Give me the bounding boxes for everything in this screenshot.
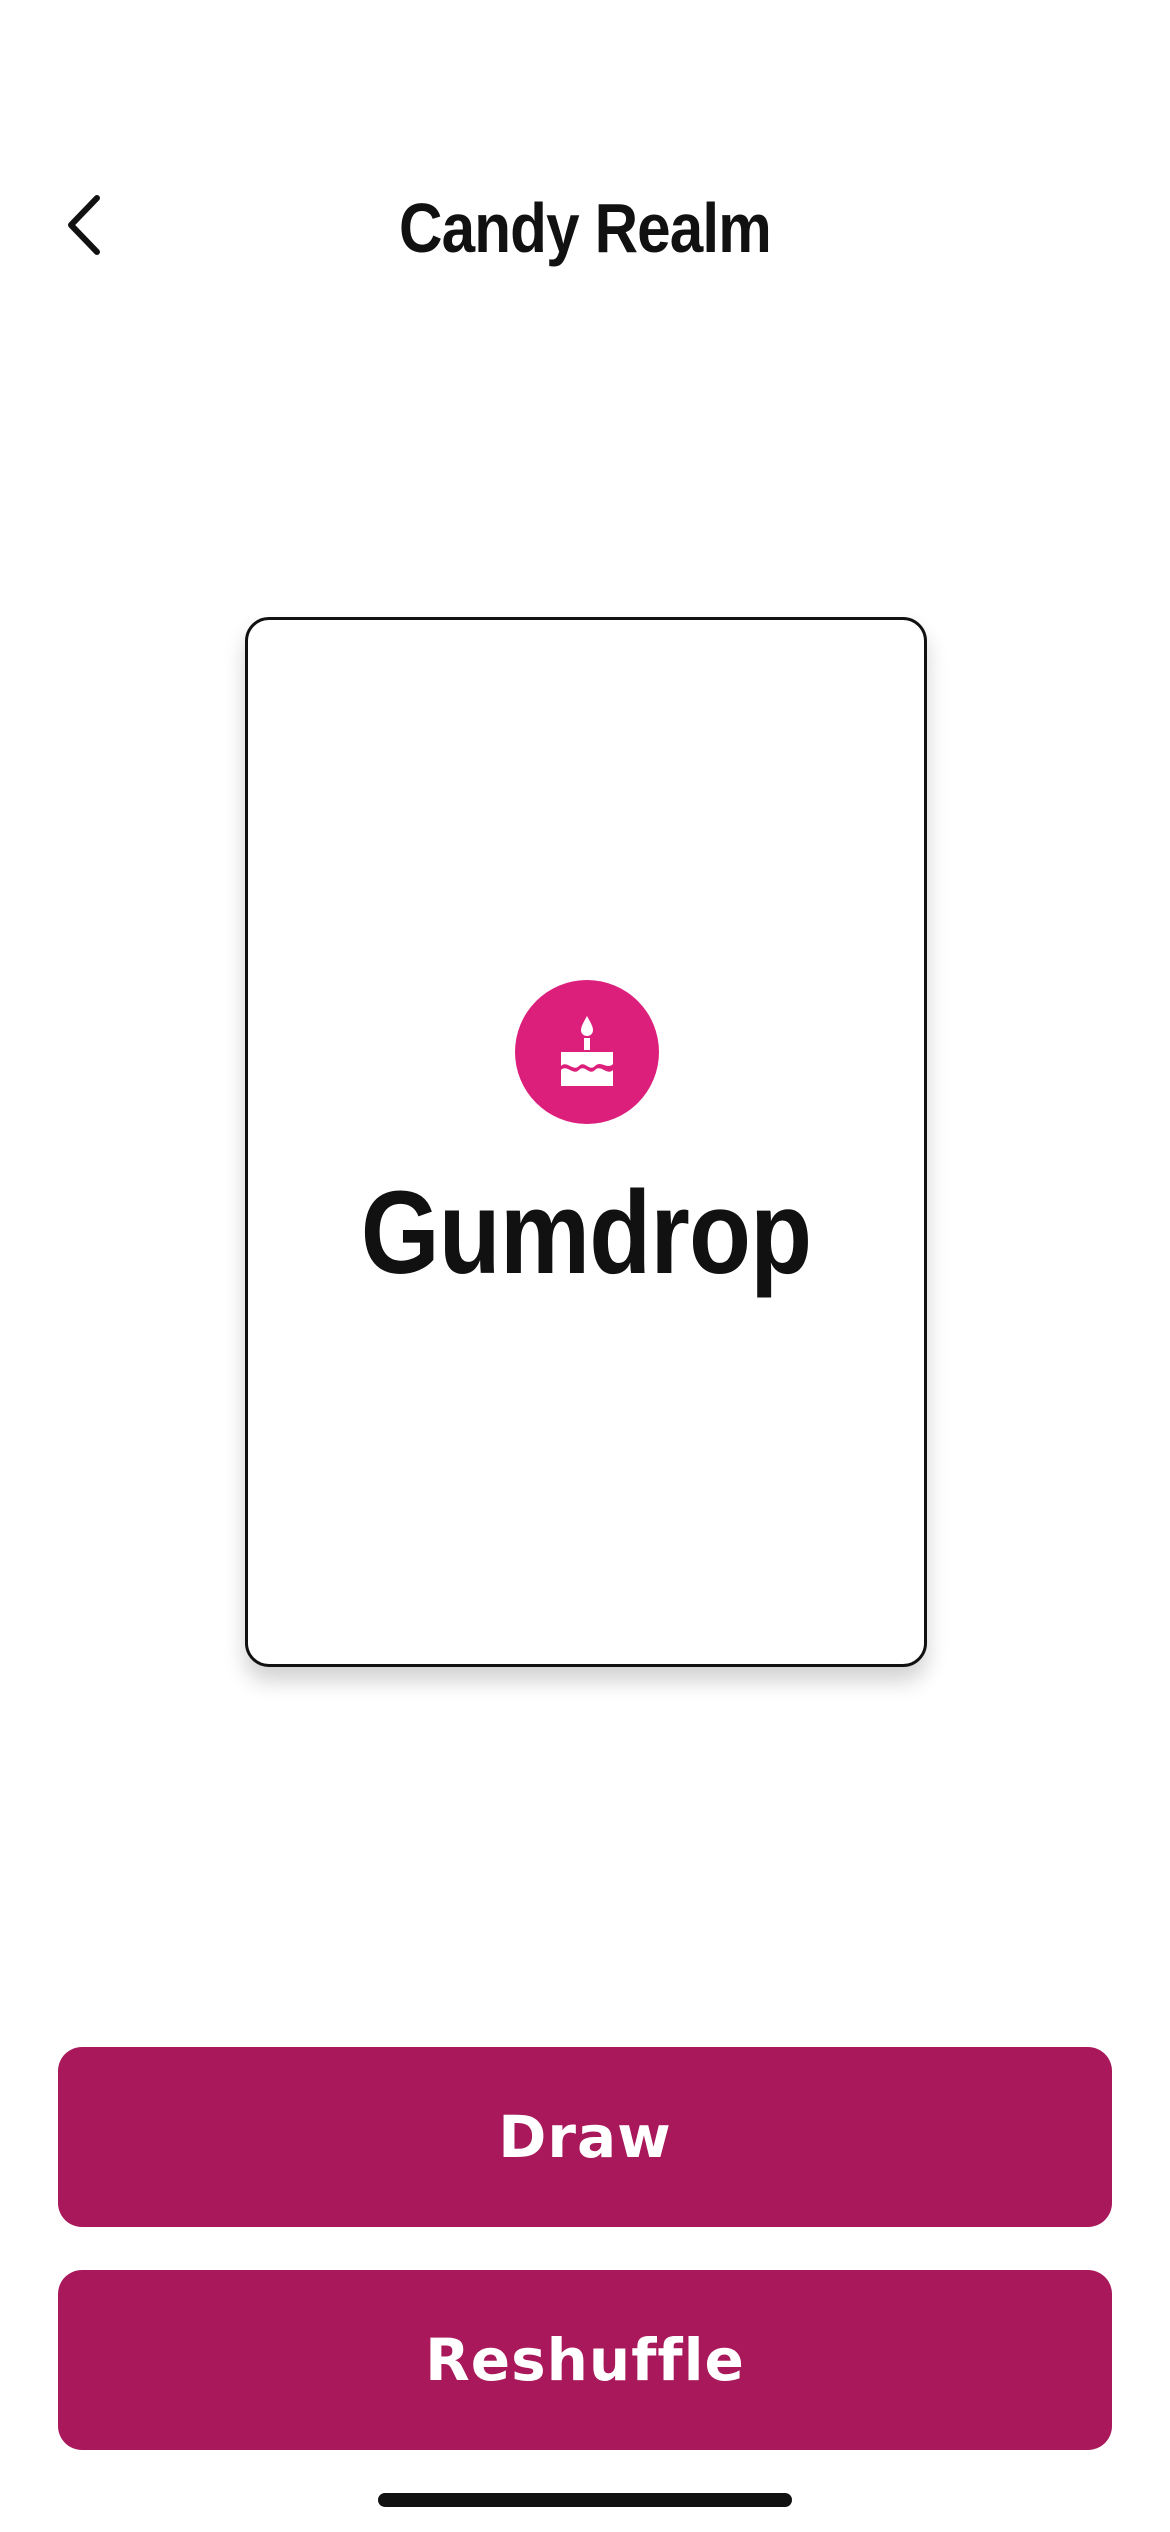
header: Candy Realm (0, 160, 1170, 290)
draw-button-label: Draw (498, 2103, 672, 2171)
reshuffle-button-label: Reshuffle (425, 2326, 745, 2394)
screen: Candy Realm Gumdrop Draw Reshuffle (0, 0, 1170, 2532)
reshuffle-button[interactable]: Reshuffle (58, 2270, 1112, 2450)
draw-button[interactable]: Draw (58, 2047, 1112, 2227)
page-title: Candy Realm (399, 189, 772, 267)
card-icon-badge (515, 980, 659, 1124)
drawn-card: Gumdrop (245, 617, 927, 1667)
home-indicator[interactable] (378, 2493, 792, 2507)
cake-icon (561, 1016, 613, 1086)
card-word: Gumdrop (360, 1167, 812, 1299)
